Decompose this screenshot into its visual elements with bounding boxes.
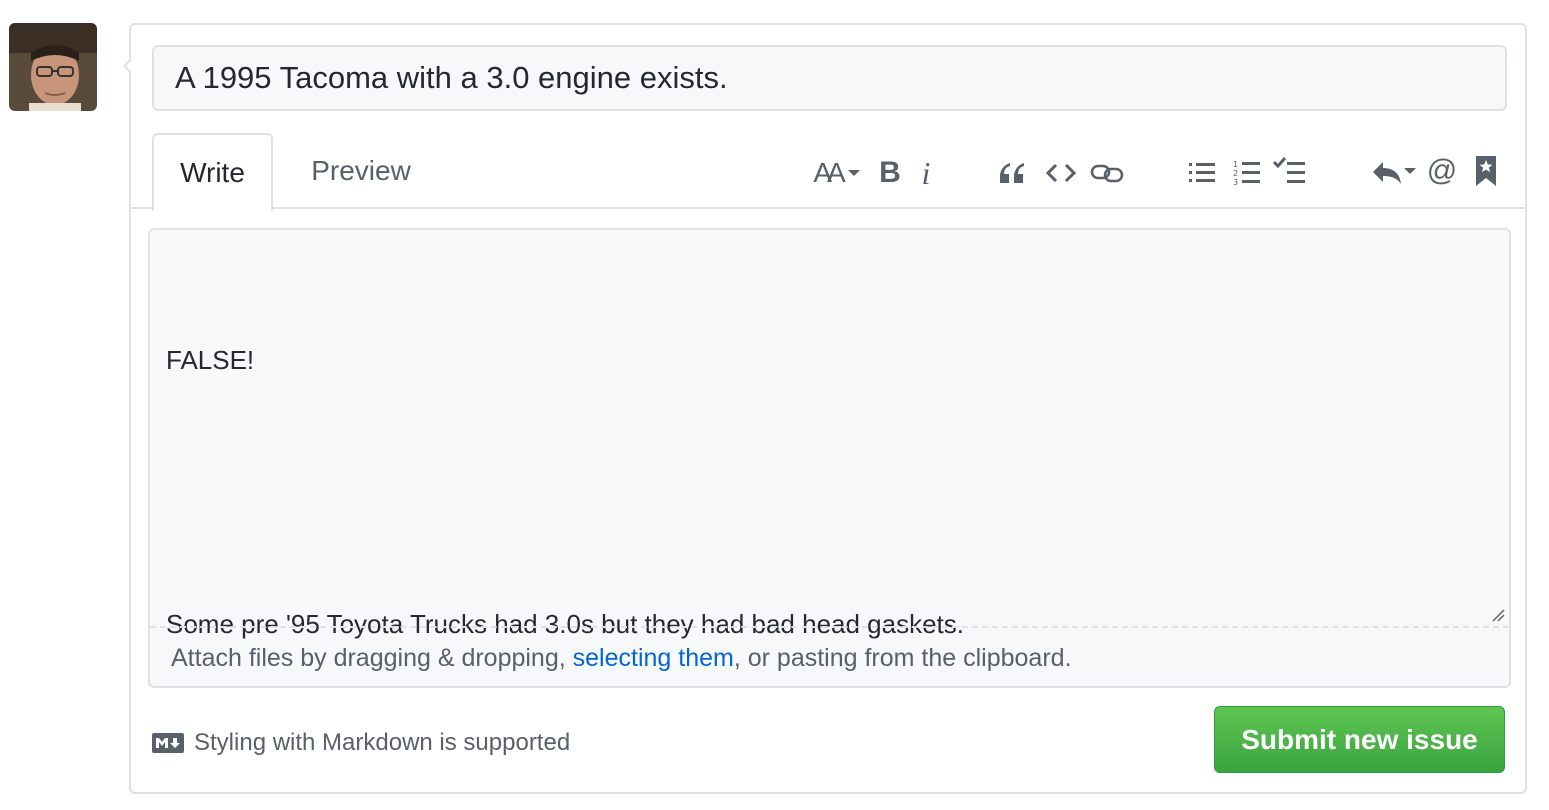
svg-text:2: 2 [1233,169,1238,178]
ordered-list-icon[interactable]: 1 2 3 [1231,153,1263,193]
avatar[interactable] [9,23,97,111]
select-files-link[interactable]: selecting them [573,644,734,672]
unordered-list-icon[interactable] [1186,153,1218,193]
mention-icon[interactable]: @ [1425,151,1459,191]
quote-icon[interactable] [996,153,1028,193]
mention-glyph: @ [1426,154,1458,187]
svg-text:1: 1 [1233,160,1238,169]
link-icon[interactable] [1087,153,1127,193]
italic-glyph: i [921,154,931,191]
resize-handle-icon[interactable] [1491,608,1505,622]
tab-preview[interactable]: Preview [291,133,431,209]
reply-icon[interactable] [1369,153,1419,193]
issue-title-input[interactable]: A 1995 Tacoma with a 3.0 engine exists. [152,45,1507,111]
body-line: FALSE! [166,345,255,375]
avatar-image [9,23,97,111]
attach-prefix: Attach files by dragging & dropping, [171,644,573,672]
body-line [166,470,1493,514]
bold-glyph: B [879,156,901,189]
attach-suffix: , or pasting from the clipboard. [733,644,1072,672]
issue-body-textarea[interactable]: FALSE! Some pre '95 Toyota Trucks had 3.… [148,228,1511,688]
bold-icon[interactable]: B [875,153,905,193]
submit-new-issue-button[interactable]: Submit new issue [1214,706,1505,773]
italic-icon[interactable]: i [914,153,938,193]
text-size-icon[interactable]: AA [809,153,865,193]
bookmark-icon[interactable] [1471,151,1501,191]
tab-write[interactable]: Write [152,133,273,211]
attach-files-bar: Attach files by dragging & dropping, sel… [150,626,1509,688]
svg-text:3: 3 [1233,178,1238,187]
code-icon[interactable] [1043,153,1079,193]
markdown-note-text: Styling with Markdown is supported [194,729,571,756]
markdown-icon [152,733,184,753]
text-size-glyph: AA [813,157,845,188]
task-list-icon[interactable] [1271,151,1307,191]
editor-tabbar: Write Preview AA B i 1 2 3 @ [131,133,1525,211]
markdown-support-note[interactable]: Styling with Markdown is supported [152,729,570,757]
new-issue-form: A 1995 Tacoma with a 3.0 engine exists. … [123,23,1527,794]
